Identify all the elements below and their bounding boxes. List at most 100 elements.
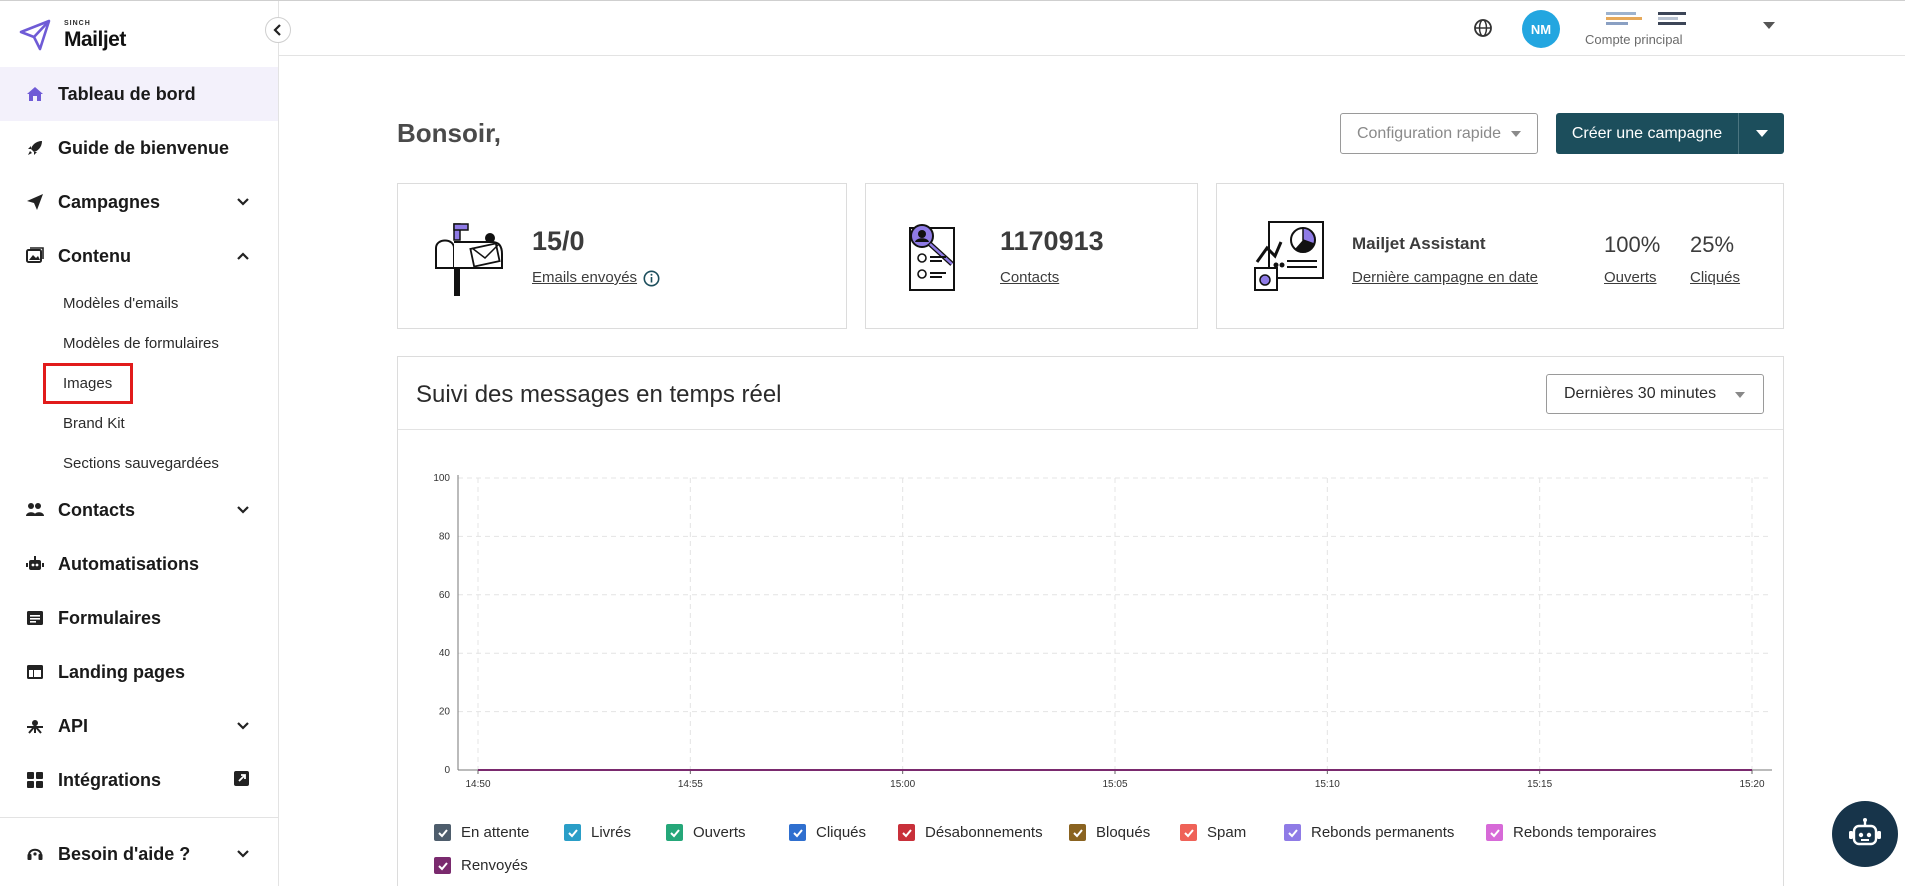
sidebar-item-forms[interactable]: Formulaires <box>0 591 278 645</box>
contacts-card: 1170913 Contacts <box>865 183 1198 329</box>
sidebar-item-label: Intégrations <box>58 769 162 790</box>
account-logo <box>1606 12 1642 26</box>
legend-item[interactable]: En attente <box>434 824 529 841</box>
contacts-value: 1170913 <box>1000 226 1104 256</box>
quick-config-label: Configuration rapide <box>1356 124 1502 142</box>
users-icon <box>24 499 46 521</box>
checkbox-checked-icon[interactable] <box>564 824 581 841</box>
x-tick-label: 15:10 <box>1315 779 1340 788</box>
chatbot-button[interactable] <box>1832 801 1898 867</box>
checkbox-checked-icon[interactable] <box>434 857 451 874</box>
sub-item-email-templates[interactable]: Modèles d'emails <box>0 283 278 323</box>
legend-item[interactable]: Cliqués <box>789 824 866 841</box>
sidebar-item-label: Campagnes <box>58 191 161 212</box>
sub-item-saved-sections[interactable]: Sections sauvegardées <box>0 443 278 483</box>
checkbox-checked-icon[interactable] <box>789 824 806 841</box>
create-campaign-dropdown[interactable] <box>1738 113 1784 154</box>
legend-item[interactable]: Désabonnements <box>898 824 1043 841</box>
checkbox-checked-icon[interactable] <box>898 824 915 841</box>
caret-down-icon[interactable] <box>1763 22 1775 29</box>
legend-label: Spam <box>1207 824 1247 841</box>
time-range-value: Dernières 30 minutes <box>1564 385 1717 402</box>
legend-item[interactable]: Rebonds permanents <box>1284 824 1454 841</box>
app-root: SINCH Mailjet Tableau de bord Guide de b… <box>0 0 1905 886</box>
logo-small-text: SINCH <box>64 20 91 27</box>
legend-item[interactable]: Ouverts <box>666 824 746 841</box>
chatbot-icon <box>1849 818 1881 846</box>
opened-percentage: 100% <box>1604 232 1661 257</box>
last-campaign-link[interactable]: Dernière campagne en date <box>1352 269 1538 286</box>
legend-item[interactable]: Renvoyés <box>434 857 528 874</box>
mailjet-logo[interactable]: SINCH Mailjet <box>18 15 126 55</box>
top-bar: NM Compte principal <box>279 1 1905 56</box>
greeting-text: Bonsoir, <box>397 118 502 148</box>
legend-label: Rebonds permanents <box>1311 824 1455 841</box>
x-tick-label: 15:15 <box>1527 779 1552 788</box>
legend-label: Livrés <box>591 824 632 841</box>
sidebar-item-label: Guide de bienvenue <box>58 137 230 158</box>
sidebar-item-welcome-guide[interactable]: Guide de bienvenue <box>0 121 278 175</box>
mailbox-illustration-icon <box>435 223 503 296</box>
legend-item[interactable]: Bloqués <box>1069 824 1150 841</box>
sidebar-item-help[interactable]: Besoin d'aide ? <box>0 827 278 881</box>
sub-item-label: Brand Kit <box>63 414 125 432</box>
clicked-link[interactable]: Cliqués <box>1690 269 1740 286</box>
y-tick-label: 40 <box>439 648 451 659</box>
checkbox-checked-icon[interactable] <box>1180 824 1197 841</box>
checkbox-checked-icon[interactable] <box>666 824 683 841</box>
checkbox-checked-icon[interactable] <box>1284 824 1301 841</box>
paper-plane-icon <box>24 191 46 213</box>
time-range-select[interactable]: Dernières 30 minutes <box>1546 374 1764 414</box>
sidebar-item-content[interactable]: Contenu <box>0 229 278 283</box>
chevron-down-icon <box>236 193 250 214</box>
emails-sent-link[interactable]: Emails envoyés <box>532 269 637 286</box>
user-avatar[interactable]: NM <box>1522 10 1560 48</box>
sidebar-item-automations[interactable]: Automatisations <box>0 537 278 591</box>
sub-item-form-templates[interactable]: Modèles de formulaires <box>0 323 278 363</box>
chevron-up-icon <box>236 247 250 268</box>
checkbox-checked-icon[interactable] <box>434 824 451 841</box>
x-tick-label: 14:55 <box>678 779 703 788</box>
sidebar-item-contacts[interactable]: Contacts <box>0 483 278 537</box>
sub-item-images[interactable]: Images <box>0 362 278 404</box>
create-campaign-button[interactable]: Créer une campagne <box>1556 113 1784 154</box>
home-icon <box>24 83 46 105</box>
sidebar-item-dashboard[interactable]: Tableau de bord <box>0 67 278 121</box>
sidebar-item-label: Landing pages <box>58 661 186 682</box>
opened-link[interactable]: Ouverts <box>1604 269 1657 286</box>
checkbox-checked-icon[interactable] <box>1069 824 1086 841</box>
quick-config-button[interactable]: Configuration rapide <box>1340 113 1538 154</box>
sidebar: SINCH Mailjet Tableau de bord Guide de b… <box>0 1 279 886</box>
x-tick-label: 15:20 <box>1739 779 1764 788</box>
sub-item-label: Modèles de formulaires <box>63 334 219 352</box>
legend-item[interactable]: Rebonds temporaires <box>1486 824 1656 841</box>
contacts-illustration-icon <box>909 224 955 291</box>
sidebar-collapse-button[interactable] <box>265 17 291 43</box>
paper-plane-logo-icon <box>19 19 51 51</box>
sub-item-brand-kit[interactable]: Brand Kit <box>0 403 278 443</box>
contacts-link[interactable]: Contacts <box>1000 269 1059 286</box>
y-tick-label: 80 <box>439 531 451 542</box>
sidebar-divider <box>0 817 278 818</box>
sidebar-item-label: Automatisations <box>58 553 200 574</box>
sidebar-item-label: Formulaires <box>58 607 162 628</box>
sidebar-item-api[interactable]: API <box>0 699 278 753</box>
clicked-percentage: 25% <box>1690 232 1735 257</box>
x-tick-label: 14:50 <box>465 779 490 788</box>
headset-icon <box>24 843 46 865</box>
info-icon[interactable] <box>643 270 660 287</box>
x-tick-label: 15:05 <box>1102 779 1127 788</box>
sidebar-item-integrations[interactable]: Intégrations <box>0 753 278 807</box>
globe-icon[interactable] <box>1472 17 1494 39</box>
y-tick-label: 0 <box>444 765 450 776</box>
legend-label: Renvoyés <box>461 857 528 874</box>
sidebar-item-landing-pages[interactable]: Landing pages <box>0 645 278 699</box>
account-label[interactable]: Compte principal <box>1585 32 1683 47</box>
sub-item-label: Modèles d'emails <box>63 294 179 312</box>
checkbox-checked-icon[interactable] <box>1486 824 1503 841</box>
legend-item[interactable]: Livrés <box>564 824 631 841</box>
chevron-down-icon <box>236 845 250 866</box>
legend-item[interactable]: Spam <box>1180 824 1246 841</box>
sidebar-item-campaigns[interactable]: Campagnes <box>0 175 278 229</box>
logo-name: Mailjet <box>64 28 126 51</box>
